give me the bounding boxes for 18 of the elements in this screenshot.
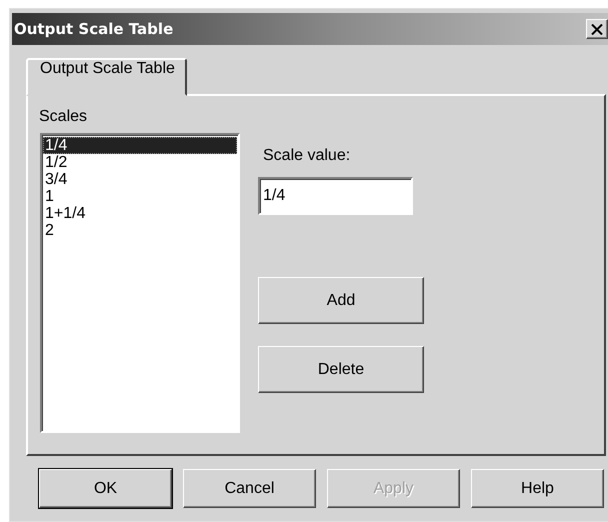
scale-value-label: Scale value: <box>263 147 352 165</box>
dialog-button[interactable]: OK <box>39 469 172 508</box>
close-icon <box>591 24 603 34</box>
dialog-button[interactable]: Cancel <box>183 469 316 508</box>
action-button[interactable]: Add <box>258 277 424 324</box>
close-button[interactable] <box>586 19 608 39</box>
window-title: Output Scale Table <box>14 20 174 38</box>
list-item[interactable]: 2 <box>43 222 237 239</box>
list-item[interactable]: 1+1/4 <box>43 205 237 222</box>
scales-label: Scales <box>39 108 88 126</box>
list-item[interactable]: 1/4 <box>43 137 237 154</box>
tab[interactable]: Output Scale Table <box>26 58 187 96</box>
list-item[interactable]: 3/4 <box>43 171 237 188</box>
list-item[interactable]: 1/2 <box>43 154 237 171</box>
action-button[interactable]: Delete <box>258 346 424 393</box>
list-item[interactable]: 1 <box>43 188 237 205</box>
dialog-button[interactable]: Help <box>471 469 604 508</box>
scale-value-field[interactable]: 1/4 <box>258 177 413 215</box>
